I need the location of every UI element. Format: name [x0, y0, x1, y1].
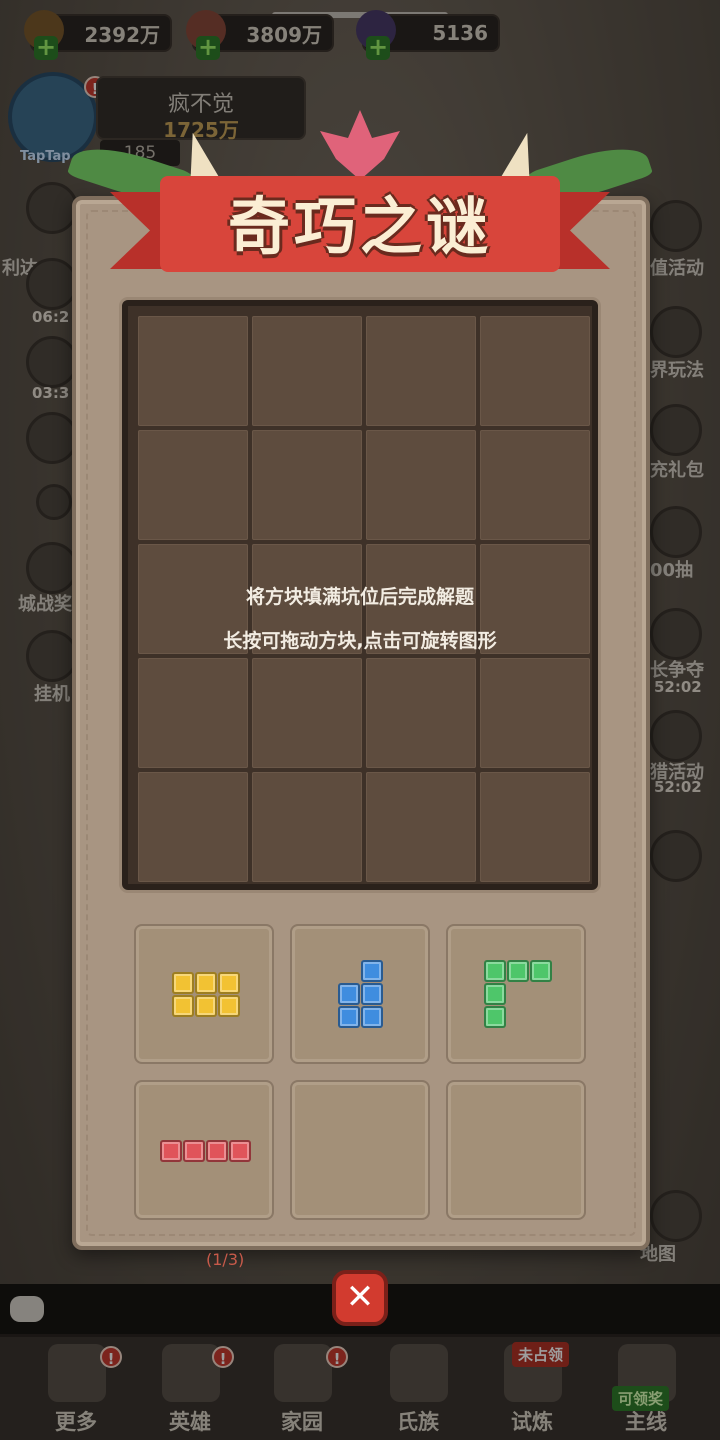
piece-block: [338, 983, 360, 1005]
piece-block: [195, 972, 217, 994]
board-cell[interactable]: [252, 316, 362, 426]
piece-block: [160, 1140, 182, 1162]
piece-block: [484, 983, 506, 1005]
progress-text: (1/3): [206, 1250, 245, 1269]
board-cell[interactable]: [480, 772, 590, 882]
piece-slot-6[interactable]: [446, 1080, 586, 1220]
board-cell[interactable]: [138, 658, 248, 768]
board-cell[interactable]: [480, 316, 590, 426]
board-cell[interactable]: [480, 430, 590, 540]
board-cell[interactable]: [366, 316, 476, 426]
piece-block: [218, 995, 240, 1017]
board-cell[interactable]: [252, 772, 362, 882]
hint-line-2: 长按可拖动方块,点击可旋转图形: [223, 630, 497, 652]
piece-block: [361, 960, 383, 982]
piece-block: [484, 1006, 506, 1028]
close-button[interactable]: ✕: [332, 1270, 388, 1326]
board-cell[interactable]: [138, 772, 248, 882]
board-cell[interactable]: [138, 316, 248, 426]
board-cell[interactable]: [252, 430, 362, 540]
piece-slot-4[interactable]: [134, 1080, 274, 1220]
piece-block: [206, 1140, 228, 1162]
piece-block: [172, 995, 194, 1017]
hint-line-1: 将方块填满坑位后完成解题: [245, 586, 474, 608]
piece-block: [361, 983, 383, 1005]
piece-block: [507, 960, 529, 982]
yellow-piece[interactable]: [172, 972, 242, 1020]
piece-block: [195, 995, 217, 1017]
piece-block: [218, 972, 240, 994]
piece-slot-1[interactable]: [134, 924, 274, 1064]
board-cell[interactable]: [366, 430, 476, 540]
piece-block: [484, 960, 506, 982]
dialog-title: 奇巧之谜: [227, 190, 492, 263]
piece-block: [530, 960, 552, 982]
piece-slot-5[interactable]: [290, 1080, 430, 1220]
piece-block: [338, 1006, 360, 1028]
red-piece[interactable]: [160, 1140, 254, 1164]
piece-slot-2[interactable]: [290, 924, 430, 1064]
piece-slot-3[interactable]: [446, 924, 586, 1064]
flower-decoration: [320, 110, 400, 180]
piece-block: [361, 1006, 383, 1028]
piece-block: [229, 1140, 251, 1162]
blue-piece[interactable]: [338, 960, 386, 1032]
board-cell[interactable]: [138, 430, 248, 540]
board-cell[interactable]: [366, 658, 476, 768]
green-piece[interactable]: [484, 960, 554, 1032]
puzzle-board[interactable]: 将方块填满坑位后完成解题 长按可拖动方块,点击可旋转图形: [122, 300, 598, 890]
title-banner: 奇巧之谜: [66, 110, 654, 290]
piece-block: [183, 1140, 205, 1162]
board-cell[interactable]: [480, 658, 590, 768]
piece-block: [172, 972, 194, 994]
board-cell[interactable]: [252, 658, 362, 768]
board-cell[interactable]: [366, 772, 476, 882]
